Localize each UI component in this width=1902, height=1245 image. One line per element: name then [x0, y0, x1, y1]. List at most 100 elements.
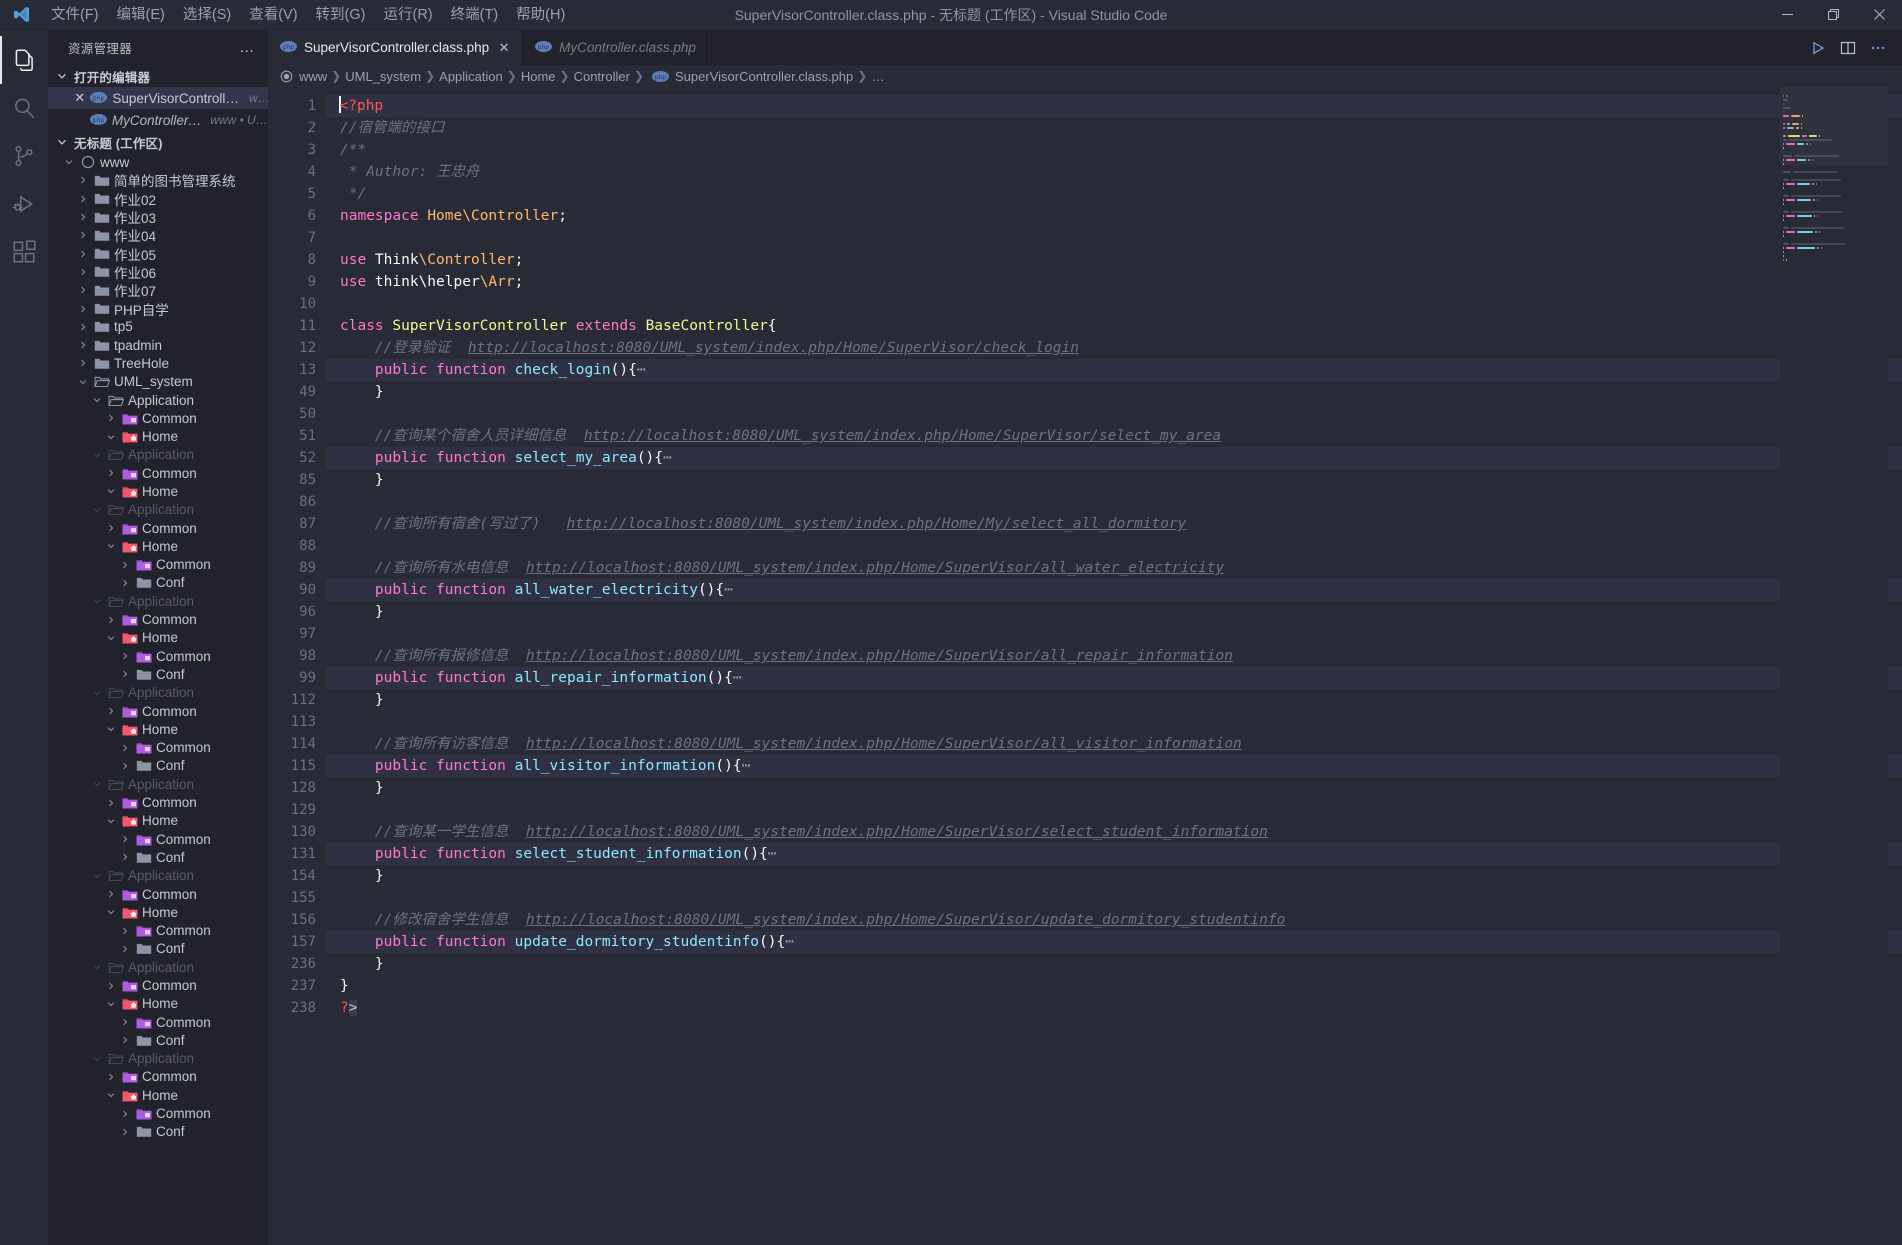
tree-item-common[interactable]: Common	[48, 921, 268, 939]
chevron-down-icon[interactable]	[104, 541, 118, 551]
code-line[interactable]	[326, 887, 1902, 909]
chevron-right-icon[interactable]	[76, 212, 90, 222]
editor-scrollbar[interactable]	[1888, 87, 1902, 1245]
code-editor[interactable]: 12345678910111213❯49505152❯858687888990❯…	[268, 87, 1902, 1245]
chevron-right-icon[interactable]	[104, 413, 118, 423]
close-icon[interactable]: ✕	[496, 40, 512, 56]
minimap-slider[interactable]	[1780, 87, 1888, 165]
tree-item-common[interactable]: Common	[48, 885, 268, 903]
code-line[interactable]: public function update_dormitory_student…	[326, 931, 1902, 953]
open-editor-item-mycontroller[interactable]: php MyController.class.php www • UML_s..…	[48, 109, 268, 131]
code-line[interactable]: }	[326, 865, 1902, 887]
close-icon[interactable]	[1856, 0, 1902, 30]
tree-item-conf[interactable]: Conf	[48, 1031, 268, 1049]
chevron-right-icon[interactable]	[76, 340, 90, 350]
tree-item-uml-system[interactable]: UML_system	[48, 373, 268, 391]
tree-item-tp5[interactable]: tp5	[48, 318, 268, 336]
tree-item-conf[interactable]: Conf	[48, 940, 268, 958]
chevron-down-icon[interactable]	[104, 486, 118, 496]
tree-item-common[interactable]: Common	[48, 519, 268, 537]
chevron-right-icon[interactable]	[76, 249, 90, 259]
chevron-right-icon[interactable]	[118, 944, 132, 954]
chevron-right-icon[interactable]	[104, 468, 118, 478]
files-explorer-icon[interactable]	[0, 36, 48, 84]
tree-item-home[interactable]: Home	[48, 812, 268, 830]
chevron-down-icon[interactable]	[104, 816, 118, 826]
code-line[interactable]: public function all_repair_information()…	[326, 667, 1902, 689]
chevron-down-icon[interactable]	[104, 633, 118, 643]
chevron-right-icon[interactable]	[118, 560, 132, 570]
tree-item-home[interactable]: Home	[48, 629, 268, 647]
code-line[interactable]: class SuperVisorController extends BaseC…	[326, 315, 1902, 337]
chevron-down-icon[interactable]	[90, 395, 104, 405]
menu-terminal[interactable]: 终端(T)	[442, 0, 508, 30]
chevron-right-icon[interactable]	[118, 834, 132, 844]
tree-item-03[interactable]: 作业03	[48, 208, 268, 226]
breadcrumb-item-overflow[interactable]: …	[871, 69, 884, 84]
extensions-icon[interactable]	[0, 228, 48, 276]
breadcrumb-item-www[interactable]: www	[299, 69, 327, 84]
more-actions-icon[interactable]	[1864, 34, 1892, 62]
breadcrumb-item-controller[interactable]: Controller	[574, 69, 630, 84]
chevron-right-icon[interactable]	[118, 852, 132, 862]
chevron-right-icon[interactable]	[118, 761, 132, 771]
chevron-right-icon[interactable]	[118, 1035, 132, 1045]
tree-item-home[interactable]: Home	[48, 1086, 268, 1104]
tree-item-06[interactable]: 作业06	[48, 263, 268, 281]
close-icon[interactable]: ✕	[74, 90, 85, 106]
code-line[interactable]: * Author: 王忠舟	[326, 161, 1902, 183]
code-line[interactable]: public function all_visitor_information(…	[326, 755, 1902, 777]
menu-view[interactable]: 查看(V)	[240, 0, 306, 30]
code-line[interactable]: }	[326, 601, 1902, 623]
breadcrumb-item-home[interactable]: Home	[521, 69, 556, 84]
chevron-down-icon[interactable]	[62, 157, 76, 167]
code-line[interactable]: //查询某一学生信息 http://localhost:8080/UML_sys…	[326, 821, 1902, 843]
code-line[interactable]: }	[326, 975, 1902, 997]
chevron-right-icon[interactable]	[118, 578, 132, 588]
tree-item-home[interactable]: Home	[48, 537, 268, 555]
chevron-right-icon[interactable]	[118, 1017, 132, 1027]
code-line[interactable]: <?php	[326, 95, 1902, 117]
tree-item-common[interactable]: Common	[48, 739, 268, 757]
code-line[interactable]	[326, 491, 1902, 513]
chevron-right-icon[interactable]	[76, 175, 90, 185]
tree-item-common[interactable]: Common	[48, 556, 268, 574]
minimize-icon[interactable]	[1764, 0, 1810, 30]
code-line[interactable]: }	[326, 381, 1902, 403]
tree-item-common[interactable]: Common	[48, 702, 268, 720]
run-and-debug-icon[interactable]	[0, 180, 48, 228]
code-line[interactable]: ?>	[326, 997, 1902, 1019]
breadcrumb-item-file[interactable]: SuperVisorController.class.php	[675, 69, 853, 84]
tree-item-05[interactable]: 作业05	[48, 244, 268, 263]
tree-item-tpadmin[interactable]: tpadmin	[48, 336, 268, 354]
menu-help[interactable]: 帮助(H)	[507, 0, 574, 30]
file-tree[interactable]: www 简单的图书管理系统 作业02 作业03 作业04 作业05 作业06 作业07 PHP自…	[48, 153, 268, 1245]
open-editor-item-supervisorcontroller[interactable]: ✕ php SuperVisorController.class.php ww.…	[48, 87, 268, 109]
tree-item-conf[interactable]: Conf	[48, 848, 268, 866]
code-line[interactable]	[326, 293, 1902, 315]
breadcrumb-item-uml-system[interactable]: UML_system	[345, 69, 421, 84]
chevron-down-icon[interactable]	[104, 1090, 118, 1100]
code-line[interactable]: public function select_my_area(){⋯	[326, 447, 1902, 469]
code-line[interactable]: //登录验证 http://localhost:8080/UML_system/…	[326, 337, 1902, 359]
code-line[interactable]: //查询所有水电信息 http://localhost:8080/UML_sys…	[326, 557, 1902, 579]
tab-supervisorcontroller[interactable]: php SuperVisorController.class.php ✕	[268, 30, 524, 65]
chevron-right-icon[interactable]	[76, 322, 90, 332]
tree-item-common[interactable]: Common	[48, 647, 268, 665]
chevron-right-icon[interactable]	[104, 706, 118, 716]
tree-item-www[interactable]: www	[48, 153, 268, 171]
chevron-right-icon[interactable]	[104, 981, 118, 991]
code-line[interactable]	[326, 799, 1902, 821]
code-line[interactable]: public function check_login(){⋯	[326, 359, 1902, 381]
menu-go[interactable]: 转到(G)	[307, 0, 375, 30]
tree-item-treehole[interactable]: TreeHole	[48, 354, 268, 372]
chevron-right-icon[interactable]	[118, 926, 132, 936]
chevron-right-icon[interactable]	[118, 743, 132, 753]
tree-item-conf[interactable]: Conf	[48, 665, 268, 683]
menu-edit[interactable]: 编辑(E)	[108, 0, 174, 30]
tree-item-php[interactable]: PHP自学	[48, 299, 268, 318]
tree-item-common[interactable]: Common	[48, 464, 268, 482]
code-line[interactable]: public function select_student_informati…	[326, 843, 1902, 865]
run-play-icon[interactable]	[1804, 34, 1832, 62]
tree-item-conf[interactable]: Conf	[48, 1123, 268, 1141]
